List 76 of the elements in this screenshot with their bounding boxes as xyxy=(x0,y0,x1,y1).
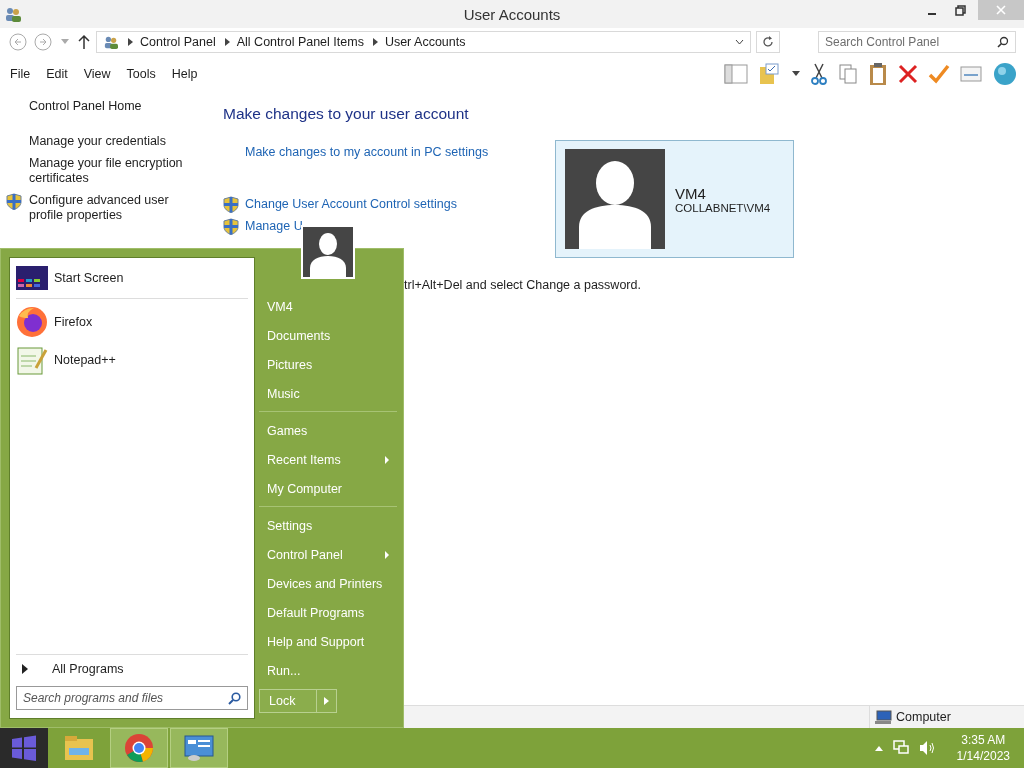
user-avatar-icon xyxy=(565,149,665,249)
program-item[interactable]: Firefox xyxy=(54,315,93,329)
menu-item[interactable]: Edit xyxy=(46,67,68,81)
chevron-icon xyxy=(128,38,133,46)
start-button[interactable] xyxy=(0,728,48,768)
expand-icon[interactable] xyxy=(22,664,28,674)
submenu-arrow-icon xyxy=(385,550,389,559)
users-icon xyxy=(4,6,22,22)
sidebar-link[interactable]: Control Panel Home xyxy=(29,98,215,114)
menu-item[interactable]: Help xyxy=(171,67,198,81)
shield-icon xyxy=(6,193,22,210)
checkmark-icon[interactable] xyxy=(928,64,950,84)
menu-item[interactable]: Tools xyxy=(126,67,156,81)
taskbar-app[interactable] xyxy=(110,728,168,768)
up-icon[interactable] xyxy=(77,34,91,50)
windows-logo-icon xyxy=(11,735,37,761)
breadcrumb[interactable]: Control Panel xyxy=(140,35,216,49)
sidebar-link[interactable]: Configure advanced user profile properties xyxy=(29,193,199,223)
start-screen-icon xyxy=(16,266,48,290)
delete-icon[interactable] xyxy=(898,64,918,84)
search-icon xyxy=(997,36,1009,48)
firefox-icon xyxy=(16,306,48,338)
breadcrumb[interactable]: All Control Panel Items xyxy=(236,35,364,49)
forward-icon[interactable] xyxy=(33,32,53,52)
shield-icon xyxy=(223,217,239,235)
link[interactable]: Change User Account Control settings xyxy=(245,197,457,211)
scissors-icon[interactable] xyxy=(810,63,828,85)
status-text: Computer xyxy=(896,710,951,724)
link[interactable]: Make changes to my account in PC settings xyxy=(245,145,489,159)
instruction-text: trl+Alt+Del and select Change a password. xyxy=(404,278,641,292)
breadcrumb[interactable]: User Accounts xyxy=(384,35,466,49)
user-avatar-icon xyxy=(301,225,355,279)
power-options-button[interactable] xyxy=(317,689,337,713)
submenu-arrow-icon xyxy=(385,455,389,464)
control-panel-icon xyxy=(183,734,215,762)
clipboard-icon[interactable] xyxy=(868,62,888,86)
start-search-field[interactable]: Search programs and files xyxy=(16,686,248,710)
refresh-icon xyxy=(762,36,774,48)
page-heading: Make changes to your user account xyxy=(223,105,470,123)
program-item[interactable]: Start Screen xyxy=(54,271,124,285)
window-title: User Accounts xyxy=(462,5,562,23)
shield-icon xyxy=(223,195,239,213)
chevron-icon xyxy=(372,38,378,46)
restore-icon xyxy=(954,4,966,16)
dropdown-icon[interactable] xyxy=(735,39,744,45)
menu-item[interactable]: View xyxy=(83,67,111,81)
search-icon xyxy=(228,692,241,705)
refresh-button[interactable] xyxy=(756,31,780,53)
card-icon[interactable] xyxy=(960,66,982,82)
sidebar-link[interactable]: Manage your file encryption certificates xyxy=(29,156,199,186)
chevron-icon xyxy=(224,38,230,46)
computer-icon xyxy=(874,710,892,724)
taskbar-app[interactable] xyxy=(170,728,228,768)
menu-item[interactable]: File xyxy=(10,67,31,81)
address-field[interactable]: Control Panel All Control Panel Items User Accounts xyxy=(96,31,751,53)
folder-icon xyxy=(63,734,95,762)
browser-icon xyxy=(124,733,154,763)
arrow-icon xyxy=(324,697,329,705)
account-name: VM4 xyxy=(675,184,707,202)
notepad-icon xyxy=(16,344,48,376)
globe-icon[interactable] xyxy=(992,61,1018,87)
folder-icon[interactable] xyxy=(758,63,782,85)
program-item[interactable]: Notepad++ xyxy=(54,353,116,367)
network-icon[interactable] xyxy=(892,740,909,756)
close-icon xyxy=(996,5,1006,15)
search-field[interactable]: Search Control Panel xyxy=(818,31,1016,53)
layout-icon[interactable] xyxy=(724,64,748,84)
minimize-icon xyxy=(928,12,936,15)
sidebar-link[interactable]: Manage your credentials xyxy=(29,134,199,149)
account-domain: COLLABNET\VM4 xyxy=(675,201,771,214)
users-icon xyxy=(103,35,119,49)
copy-icon[interactable] xyxy=(838,63,858,85)
caret-icon[interactable] xyxy=(792,71,800,77)
all-programs-link[interactable]: All Programs xyxy=(52,662,124,676)
back-icon[interactable] xyxy=(8,32,28,52)
speaker-icon[interactable] xyxy=(918,740,937,756)
